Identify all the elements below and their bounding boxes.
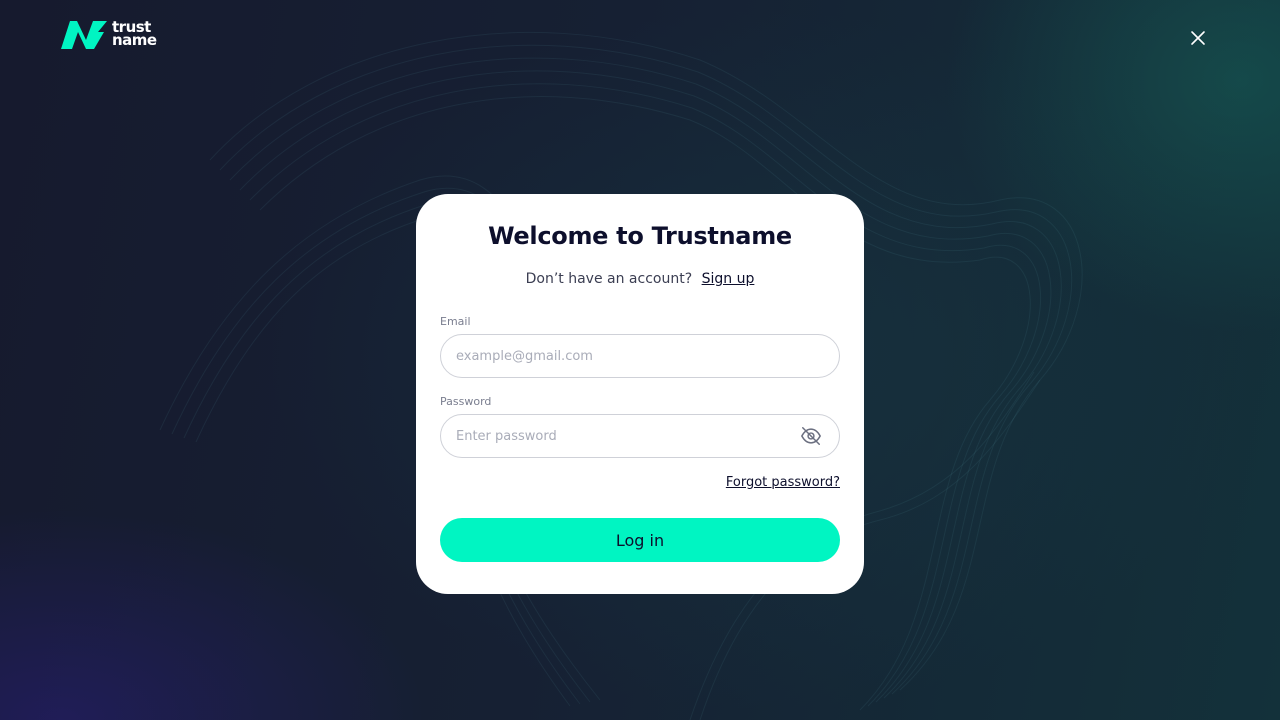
logo-wordmark: trust name	[112, 20, 157, 49]
toggle-password-visibility-button[interactable]	[799, 424, 823, 448]
logo-line-2: name	[112, 31, 157, 49]
signup-prompt-row: Don’t have an account? Sign up	[416, 271, 864, 287]
password-field[interactable]	[441, 415, 799, 457]
signup-link[interactable]: Sign up	[702, 271, 755, 287]
login-card: Welcome to Trustname Don’t have an accou…	[416, 194, 864, 594]
eye-off-icon	[800, 427, 822, 445]
email-label: Email	[440, 315, 471, 328]
forgot-password-link[interactable]: Forgot password?	[726, 475, 840, 490]
email-field-container	[440, 334, 840, 378]
login-button[interactable]: Log in	[440, 518, 840, 562]
trustname-logo[interactable]: trust name	[60, 18, 157, 50]
close-button[interactable]	[1186, 26, 1210, 50]
close-icon	[1191, 31, 1205, 45]
page-title: Welcome to Trustname	[488, 222, 792, 250]
logo-mark-icon	[61, 21, 107, 49]
password-field-container	[440, 414, 840, 458]
signup-prompt-text: Don’t have an account?	[525, 271, 693, 287]
email-field[interactable]	[441, 335, 839, 377]
password-label: Password	[440, 395, 492, 408]
